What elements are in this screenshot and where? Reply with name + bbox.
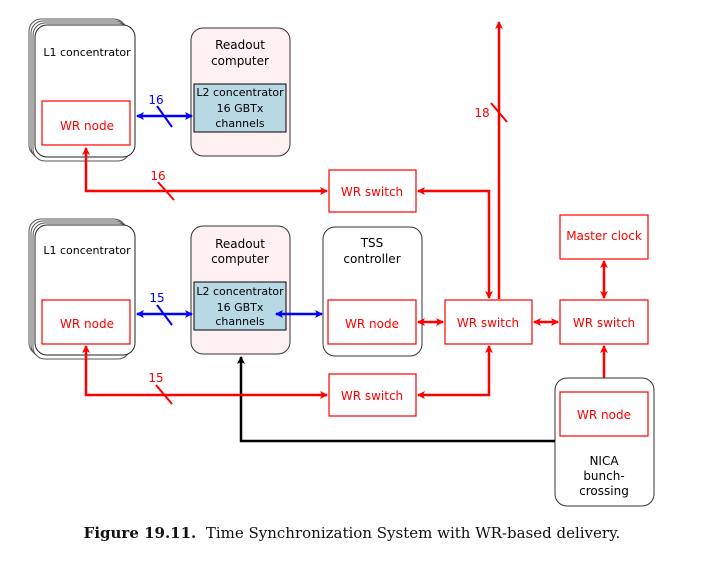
top-red-count: 16 [150, 169, 165, 183]
top-switch-to-central-link [417, 187, 493, 299]
tss-diagram: L1 concentrator WR node Readout computer… [28, 18, 655, 507]
nica-label-3: crossing [579, 484, 629, 498]
top-l1-label: L1 concentrator [43, 46, 131, 59]
top-wr-switch-label: WR switch [341, 185, 403, 199]
bottom-l2-label-2: 16 GBTx [217, 301, 264, 314]
bottom-l2-label-1: L2 concentrator [196, 285, 284, 298]
bottom-l1-wr-node-label: WR node [60, 317, 114, 331]
central-wr-switch-label: WR switch [457, 316, 519, 330]
top-l2-label-1: L2 concentrator [196, 86, 284, 99]
uplink-count: 18 [474, 106, 489, 120]
tss-title-1: TSS [360, 236, 384, 250]
top-l1-wr-node-label: WR node [60, 119, 114, 133]
bottom-readout-computer: Readout computer L2 concentrator 16 GBTx… [190, 225, 291, 355]
bottom-red-count: 15 [148, 371, 163, 385]
bottom-readout-title-2: computer [211, 252, 269, 266]
top-readout-computer: Readout computer L2 concentrator 16 GBTx… [190, 27, 291, 157]
bottom-readout-title-1: Readout [215, 237, 265, 251]
top-l2-label-3: channels [215, 117, 265, 130]
top-readout-title-2: computer [211, 54, 269, 68]
figure-caption: Figure 19.11. Time Synchronization Syste… [0, 524, 704, 542]
bottom-switch-to-central-link [417, 345, 493, 399]
bottom-l1-concentrator: L1 concentrator WR node [28, 218, 136, 360]
top-blue-count: 16 [148, 93, 163, 107]
tss-controller: TSS controller WR node [322, 226, 423, 357]
nica-wr-node-label: WR node [577, 408, 631, 422]
nica-label-1: NICA [589, 454, 619, 468]
top-readout-title-1: Readout [215, 38, 265, 52]
caption-text: Time Synchronization System with WR-base… [205, 524, 621, 542]
master-wr-switch-label: WR switch [573, 316, 635, 330]
master-clock-label: Master clock [566, 229, 642, 243]
top-l1-concentrator: L1 concentrator WR node [28, 18, 136, 162]
bottom-l1-label: L1 concentrator [43, 244, 131, 257]
top-l2-label-2: 16 GBTx [217, 102, 264, 115]
bottom-wr-switch-label: WR switch [341, 389, 403, 403]
bottom-blue-count: 15 [149, 291, 164, 305]
caption-label: Figure 19.11. [83, 524, 197, 542]
tss-title-2: controller [343, 252, 400, 266]
bottom-l2-label-3: channels [215, 315, 265, 328]
tss-wr-node-label: WR node [345, 317, 399, 331]
nica-bunch-crossing: WR node NICA bunch- crossing [554, 377, 655, 507]
nica-label-2: bunch- [583, 469, 624, 483]
